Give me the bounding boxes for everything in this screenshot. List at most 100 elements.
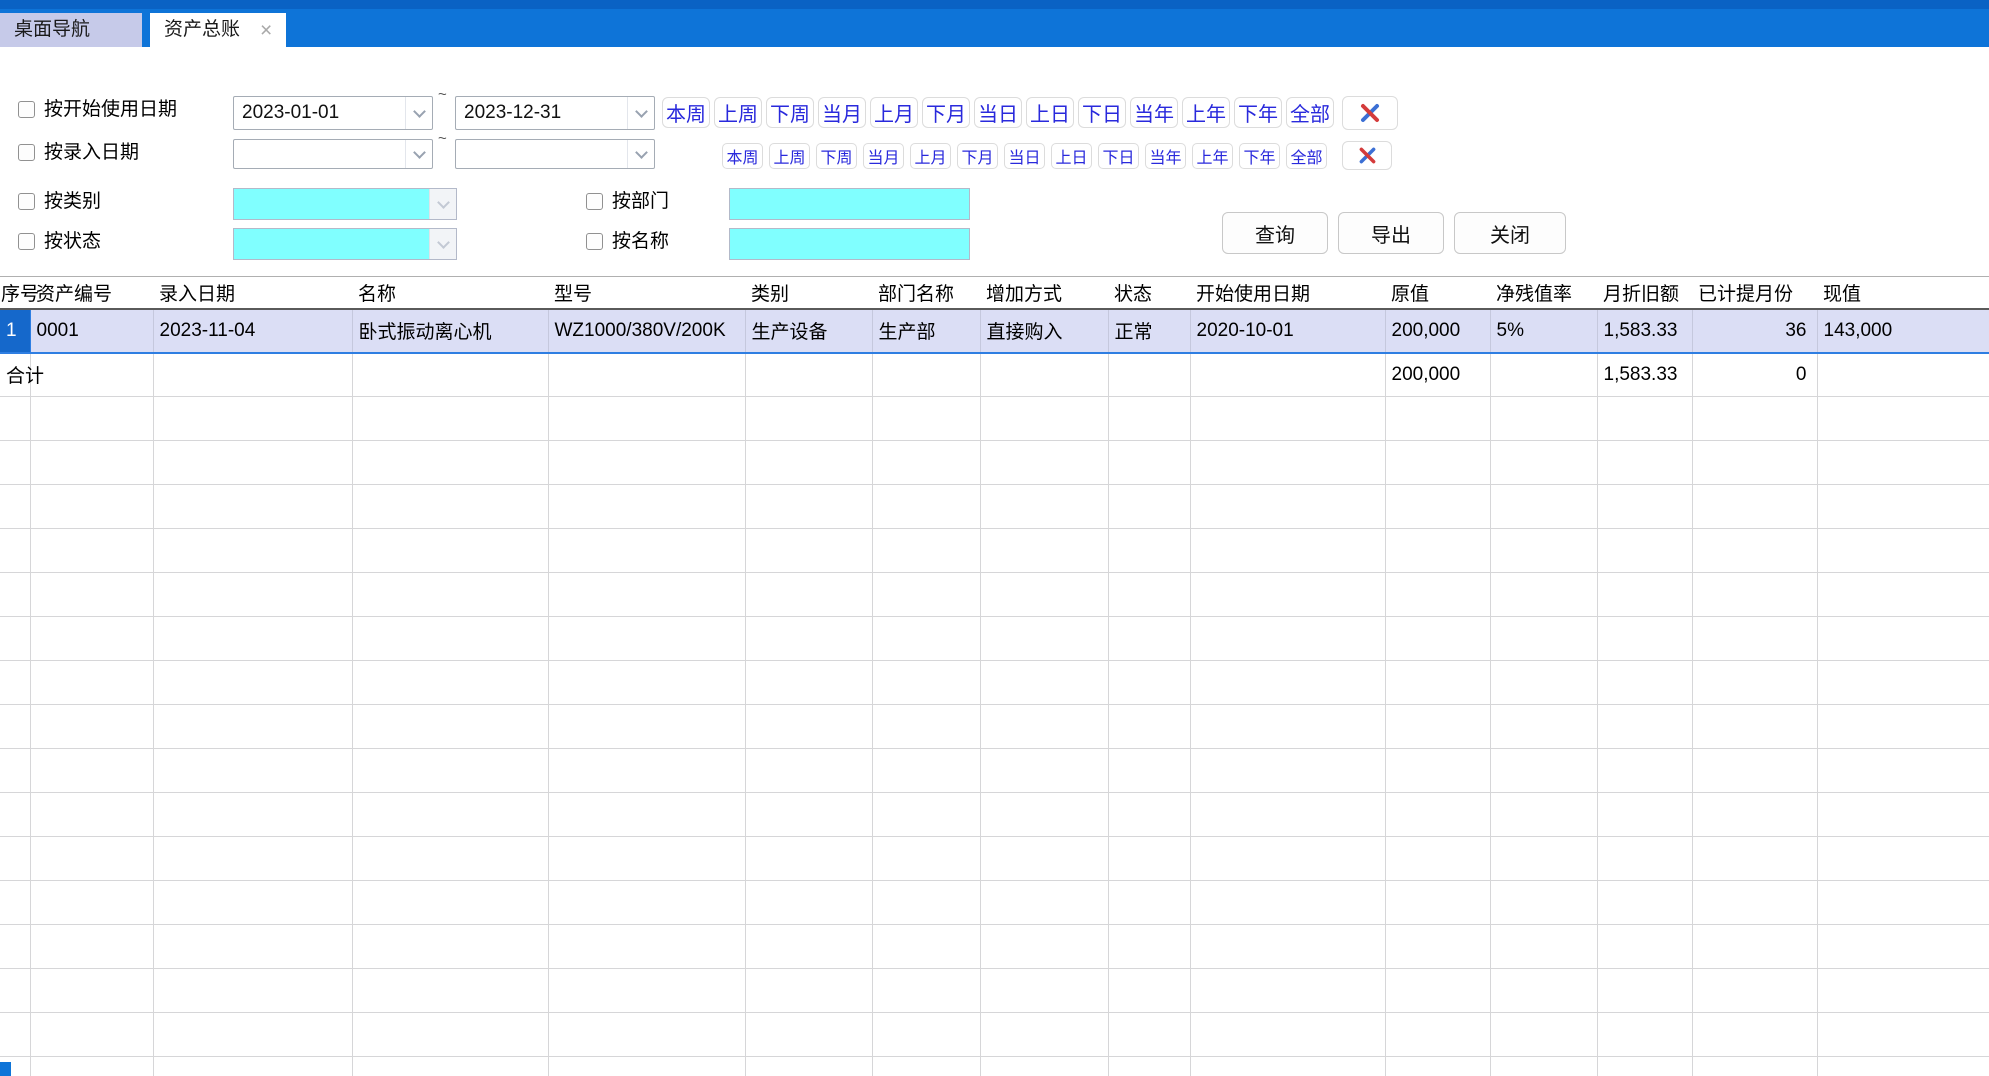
- empty-cell: [1108, 793, 1190, 837]
- quick-last-week-1[interactable]: 上周: [714, 97, 762, 128]
- col-residual-rate[interactable]: 净残值率: [1490, 277, 1597, 309]
- cell-entry-date[interactable]: 2023-11-04: [153, 309, 352, 353]
- quick-this-month-2[interactable]: 当月: [863, 143, 904, 169]
- col-asset-no[interactable]: 资产编号: [30, 277, 153, 309]
- export-button[interactable]: 导出: [1338, 212, 1444, 254]
- cell-department[interactable]: 生产部: [872, 309, 980, 353]
- status-checkbox[interactable]: [18, 233, 35, 250]
- start-date-from-dropdown[interactable]: [405, 97, 432, 129]
- cell-name[interactable]: 卧式振动离心机: [352, 309, 548, 353]
- cell-seq[interactable]: 1: [0, 309, 30, 353]
- empty-cell: [352, 881, 548, 925]
- cell-original-value[interactable]: 200,000: [1385, 309, 1490, 353]
- empty-cell: [352, 529, 548, 573]
- status-select[interactable]: [233, 228, 457, 260]
- cell-accrued-months[interactable]: 36: [1692, 309, 1817, 353]
- quick-last-month-2[interactable]: 上月: [910, 143, 951, 169]
- quick-today-2[interactable]: 当日: [1004, 143, 1045, 169]
- col-model[interactable]: 型号: [548, 277, 745, 309]
- tab-desktop-nav[interactable]: 桌面导航: [0, 13, 142, 47]
- entry-date-to-field[interactable]: [455, 139, 655, 169]
- status-dropdown[interactable]: [429, 229, 456, 259]
- col-entry-date[interactable]: 录入日期: [153, 277, 352, 309]
- category-select[interactable]: [233, 188, 457, 220]
- cell-asset-no[interactable]: 0001: [30, 309, 153, 353]
- start-date-to-dropdown[interactable]: [627, 97, 654, 129]
- quick-this-year-2[interactable]: 当年: [1145, 143, 1186, 169]
- cell-category[interactable]: 生产设备: [745, 309, 872, 353]
- name-input[interactable]: [729, 228, 970, 260]
- entry-date-from-dropdown[interactable]: [405, 140, 432, 168]
- tab-close-icon[interactable]: ×: [260, 20, 272, 41]
- entry-date-to-dropdown[interactable]: [627, 140, 654, 168]
- cell-add-method[interactable]: 直接购入: [980, 309, 1108, 353]
- query-button[interactable]: 查询: [1222, 212, 1328, 254]
- start-date-checkbox[interactable]: [18, 101, 35, 118]
- quick-this-week-1[interactable]: 本周: [662, 97, 710, 128]
- start-date-to-field[interactable]: 2023-12-31: [455, 96, 655, 130]
- empty-cell: [1190, 705, 1385, 749]
- quick-next-week-2[interactable]: 下周: [816, 143, 857, 169]
- quick-last-month-1[interactable]: 上月: [870, 97, 918, 128]
- quick-this-month-1[interactable]: 当月: [818, 97, 866, 128]
- empty-cell: [30, 925, 153, 969]
- quick-tomorrow-1[interactable]: 下日: [1078, 97, 1126, 128]
- quick-next-month-2[interactable]: 下月: [957, 143, 998, 169]
- quick-yesterday-1[interactable]: 上日: [1026, 97, 1074, 128]
- empty-cell: [153, 881, 352, 925]
- col-name[interactable]: 名称: [352, 277, 548, 309]
- clear-date-button-1[interactable]: [1342, 96, 1398, 130]
- col-department[interactable]: 部门名称: [872, 277, 980, 309]
- quick-this-year-1[interactable]: 当年: [1130, 97, 1178, 128]
- quick-last-year-2[interactable]: 上年: [1192, 143, 1233, 169]
- quick-tomorrow-2[interactable]: 下日: [1098, 143, 1139, 169]
- empty-cell: [352, 969, 548, 1013]
- department-checkbox[interactable]: [586, 193, 603, 210]
- col-start-use-date[interactable]: 开始使用日期: [1190, 277, 1385, 309]
- quick-last-week-2[interactable]: 上周: [769, 143, 810, 169]
- cell-monthly-depreciation[interactable]: 1,583.33: [1597, 309, 1692, 353]
- empty-cell: [1385, 485, 1490, 529]
- category-checkbox[interactable]: [18, 193, 35, 210]
- clear-date-button-2[interactable]: [1342, 141, 1392, 170]
- cell-start-use-date[interactable]: 2020-10-01: [1190, 309, 1385, 353]
- empty-row: [0, 1013, 1989, 1057]
- quick-next-year-2[interactable]: 下年: [1239, 143, 1280, 169]
- col-add-method[interactable]: 增加方式: [980, 277, 1108, 309]
- quick-all-2[interactable]: 全部: [1286, 143, 1327, 169]
- quick-all-1[interactable]: 全部: [1286, 97, 1334, 128]
- name-checkbox[interactable]: [586, 233, 603, 250]
- col-status[interactable]: 状态: [1108, 277, 1190, 309]
- cell-model[interactable]: WZ1000/380V/200K: [548, 309, 745, 353]
- department-input[interactable]: [729, 188, 970, 220]
- quick-next-week-1[interactable]: 下周: [766, 97, 814, 128]
- quick-next-month-1[interactable]: 下月: [922, 97, 970, 128]
- empty-cell: [1385, 749, 1490, 793]
- col-original-value[interactable]: 原值: [1385, 277, 1490, 309]
- asset-row-selected[interactable]: 1 0001 2023-11-04 卧式振动离心机 WZ1000/380V/20…: [0, 309, 1989, 353]
- col-seq[interactable]: 序号: [0, 277, 30, 309]
- start-date-from-field[interactable]: 2023-01-01: [233, 96, 433, 130]
- entry-date-checkbox[interactable]: [18, 144, 35, 161]
- empty-cell: [1817, 1013, 1989, 1057]
- empty-cell: [1490, 969, 1597, 1013]
- cell-status[interactable]: 正常: [1108, 309, 1190, 353]
- col-current-value[interactable]: 现值: [1817, 277, 1989, 309]
- empty-cell: [153, 749, 352, 793]
- quick-this-week-2[interactable]: 本周: [722, 143, 763, 169]
- entry-date-from-field[interactable]: [233, 139, 433, 169]
- tab-asset-ledger[interactable]: 资产总账 ×: [150, 13, 286, 47]
- quick-next-year-1[interactable]: 下年: [1234, 97, 1282, 128]
- empty-cell: [352, 617, 548, 661]
- empty-cell: [153, 705, 352, 749]
- col-category[interactable]: 类别: [745, 277, 872, 309]
- quick-last-year-1[interactable]: 上年: [1182, 97, 1230, 128]
- quick-today-1[interactable]: 当日: [974, 97, 1022, 128]
- cell-current-value[interactable]: 143,000: [1817, 309, 1989, 353]
- col-accrued-months[interactable]: 已计提月份: [1692, 277, 1817, 309]
- close-button[interactable]: 关闭: [1454, 212, 1566, 254]
- category-dropdown[interactable]: [429, 189, 456, 219]
- col-monthly-depreciation[interactable]: 月折旧额: [1597, 277, 1692, 309]
- cell-residual-rate[interactable]: 5%: [1490, 309, 1597, 353]
- quick-yesterday-2[interactable]: 上日: [1051, 143, 1092, 169]
